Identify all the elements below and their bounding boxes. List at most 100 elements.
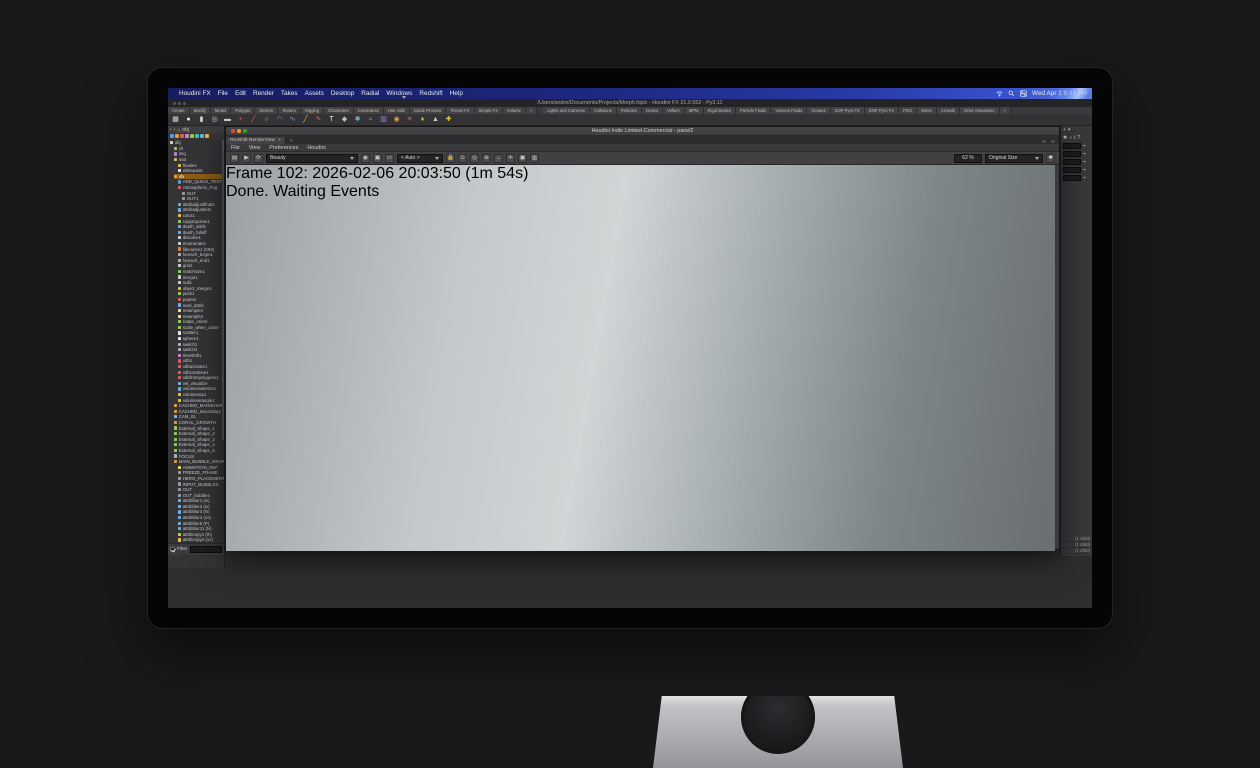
param-field[interactable] — [1063, 167, 1081, 173]
recent-node-icon[interactable] — [205, 134, 209, 138]
menu-item[interactable]: Help — [450, 90, 463, 97]
shelf-tab[interactable]: Model — [211, 107, 231, 114]
shelf-tool-icon[interactable]: ♦ — [418, 115, 427, 125]
shelf-tool-icon[interactable]: ▬ — [223, 115, 232, 125]
node-plug-icon[interactable]: ⌁ — [1083, 151, 1086, 157]
recent-node-icon[interactable] — [170, 134, 174, 138]
node-plug-icon[interactable]: ⌁ — [1083, 175, 1086, 181]
gear-icon[interactable]: ✱ — [1046, 154, 1055, 163]
shelf-tool-icon[interactable]: ▲ — [431, 115, 440, 125]
tree-node-row[interactable]: CACHED_MAINSHAPE — [174, 403, 224, 409]
param-tool-icon[interactable]: ✱ — [1063, 135, 1067, 141]
shelf-tool-icon[interactable]: ╱ — [301, 115, 310, 125]
render-image[interactable]: Frame 102: 2026-02-06 20:03:50 (1m 54s) … — [226, 165, 1055, 551]
nav-forward-icon[interactable]: › — [174, 127, 176, 133]
shelf-tool-icon[interactable]: ○ — [262, 115, 271, 125]
shelf-tab[interactable]: + — [526, 107, 537, 114]
menu-item[interactable]: Radial — [361, 90, 379, 97]
tree-node-row[interactable]: attribcopy2 (us) — [178, 537, 224, 543]
menu-item[interactable]: Render — [253, 90, 274, 97]
toolbar-icon[interactable]: ⟳ — [254, 154, 263, 163]
shelf-tool-icon[interactable]: ╱ — [249, 115, 258, 125]
param-tab-icon[interactable]: ▾ — [1068, 127, 1071, 133]
search-icon[interactable] — [1008, 90, 1015, 97]
shelf-tool-icon[interactable]: ◉ — [392, 115, 401, 125]
auto-selector[interactable]: < Auto > — [397, 154, 443, 163]
shelf-tool-icon[interactable]: + — [236, 115, 245, 125]
shelf-tab[interactable]: Constraints — [354, 107, 384, 114]
tree-node-row[interactable]: CACHED_Secondary — [174, 409, 224, 415]
size-selector[interactable]: Original Size — [985, 154, 1043, 163]
param-tool-icon[interactable]: ○ — [1069, 135, 1072, 141]
tree-node-row[interactable]: ADD_QUICK_TEST — [178, 179, 224, 185]
shelf-tab[interactable]: Polygon — [231, 107, 255, 114]
tree-scrollbar[interactable] — [222, 140, 224, 440]
shelf-tool-icon[interactable]: ▥ — [379, 115, 388, 125]
shelf-tab[interactable]: Simple FX — [475, 107, 503, 114]
param-tool-icon[interactable]: i — [1074, 135, 1075, 141]
filter-input[interactable] — [190, 546, 222, 553]
shelf-tab[interactable]: Texture — [278, 107, 301, 114]
tree-node-row[interactable]: ANIMATION_REF — [178, 464, 224, 470]
zoom-percent-field[interactable]: 62 % — [954, 154, 982, 163]
shelf-tab[interactable]: Modify — [190, 107, 211, 114]
toolbar-icon[interactable]: ▶ — [242, 154, 251, 163]
shelf-tab[interactable]: Wires — [917, 107, 937, 114]
shelf-tab[interactable]: Oceans — [807, 107, 830, 114]
render-menu-item[interactable]: View — [249, 145, 261, 151]
menu-item[interactable]: Desktop — [331, 90, 354, 97]
tree-node-row[interactable]: scale_when_close — [178, 325, 224, 331]
shelf-tool-icon[interactable]: ∿ — [288, 115, 297, 125]
tree-breadcrumb[interactable]: obj — [182, 127, 189, 133]
shelf-tool-icon[interactable]: ◆ — [340, 115, 349, 125]
recent-node-icon[interactable] — [200, 134, 204, 138]
shelf-tab[interactable]: Particle Fluids — [736, 107, 771, 114]
render-menu-item[interactable]: Houdini — [307, 145, 325, 151]
tree-node-row[interactable]: FREEZE_FRAME — [178, 470, 224, 476]
home-icon[interactable]: ⌂ — [177, 127, 180, 133]
shelf-tool-icon[interactable]: T — [327, 115, 336, 125]
shelf-tab[interactable]: Create — [168, 107, 190, 114]
lock-icon[interactable]: 🔓 — [446, 154, 455, 163]
menu-item[interactable]: File — [218, 90, 228, 97]
shelf-tool-icon[interactable]: ◎ — [210, 115, 219, 125]
tree-node-row[interactable]: Atmospheric_Fog — [178, 185, 224, 191]
recent-node-icon[interactable] — [195, 134, 199, 138]
shelf-tab[interactable]: Terrain FX — [446, 107, 474, 114]
shelf-tool-icon[interactable]: ▮ — [197, 115, 206, 125]
shelf-tool-icon[interactable]: ✱ — [353, 115, 362, 125]
render-traffic-lights[interactable] — [226, 129, 247, 133]
shelf-tab[interactable]: DOP Pyro FX — [865, 107, 899, 114]
tab-redshift-renderview[interactable]: Redshift RenderView × — [226, 137, 286, 144]
shelf-tool-icon[interactable]: ▦ — [171, 115, 180, 125]
shelf-tab[interactable]: Rigid Bodies — [704, 107, 737, 114]
tree-node-row[interactable]: vdbfrompolygons1 — [178, 375, 224, 381]
param-field[interactable] — [1063, 143, 1081, 149]
toolbar-icon[interactable]: ⊕ — [482, 154, 491, 163]
tab-close-icon[interactable]: × — [278, 138, 281, 143]
window-traffic-lights[interactable] — [173, 102, 186, 105]
shelf-tool-icon[interactable]: ◠ — [275, 115, 284, 125]
shelf-tab[interactable]: Drive Simulation — [960, 107, 1000, 114]
toolbar-icon[interactable]: ↔ — [494, 154, 503, 163]
shelf-tool-icon[interactable]: ✎ — [314, 115, 323, 125]
shelf-tab[interactable]: Deform — [255, 107, 278, 114]
recent-node-icon[interactable] — [190, 134, 194, 138]
filter-checkbox[interactable] — [170, 547, 175, 552]
shelf-tab[interactable]: Crowds — [937, 107, 960, 114]
shelf-tab[interactable]: + — [1000, 107, 1011, 114]
shelf-tab[interactable]: PDG — [899, 107, 917, 114]
node-plug-icon[interactable]: ⌁ — [1083, 167, 1086, 173]
toolbar-icon[interactable]: ◎ — [470, 154, 479, 163]
shelf-tab[interactable]: Particles — [617, 107, 642, 114]
tree-node-row[interactable]: HERO_PLACEMENT — [178, 476, 224, 482]
param-tool-icon[interactable]: ? — [1077, 135, 1080, 141]
node-plug-icon[interactable]: ⌁ — [1083, 159, 1086, 165]
toolbar-icon[interactable]: ▥ — [530, 154, 539, 163]
shelf-tab[interactable]: MPM — [685, 107, 704, 114]
menu-item[interactable]: Assets — [305, 90, 324, 97]
recent-node-icon[interactable] — [175, 134, 179, 138]
shelf-tab[interactable]: Collisions — [590, 107, 617, 114]
shelf-tab[interactable]: Lights and Cameras — [543, 107, 589, 114]
shelf-tab[interactable]: Volume — [503, 107, 526, 114]
